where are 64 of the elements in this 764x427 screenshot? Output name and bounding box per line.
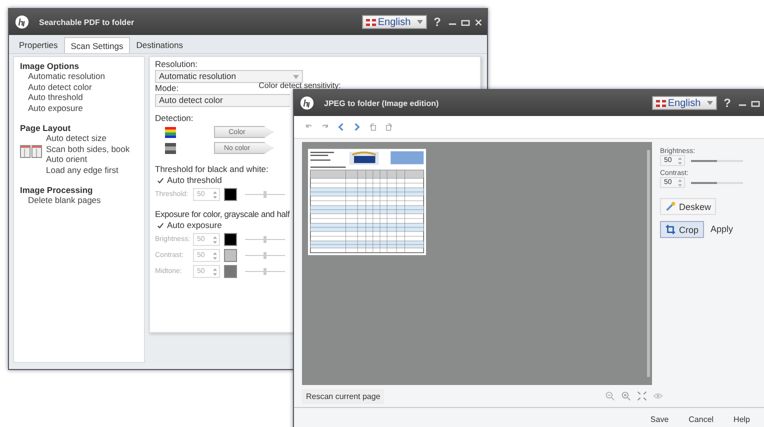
resolution-label: Resolution: (155, 59, 199, 70)
wand-icon (665, 201, 676, 212)
check-icon (157, 176, 164, 184)
sensitivity-label: Color detect sensitivity: (258, 81, 341, 92)
detection-label: Detection: (155, 113, 194, 124)
maximize-icon[interactable] (461, 18, 470, 26)
section-heading: Page Layout (20, 123, 72, 133)
rescan-button[interactable]: Rescan current page (302, 388, 384, 404)
crop-icon (665, 224, 676, 235)
apply-button[interactable]: Apply (706, 221, 738, 237)
crop-button[interactable]: Crop (660, 221, 704, 238)
deskew-button[interactable]: Deskew (660, 198, 716, 215)
zoom-in-icon[interactable] (621, 391, 631, 401)
footer-button[interactable]: Help (726, 412, 758, 426)
mode-label: Mode: (155, 83, 179, 94)
help-button[interactable]: ? (720, 96, 734, 110)
next-icon[interactable] (352, 122, 362, 132)
rotate-left-icon[interactable] (368, 122, 378, 132)
option-item: Delete blank pages (28, 195, 101, 206)
tab[interactable]: Properties (13, 37, 64, 53)
tab[interactable]: Destinations (130, 37, 189, 53)
flag-icon (656, 100, 666, 106)
maximize-icon[interactable] (751, 98, 760, 108)
mode-dropdown[interactable]: Auto detect color (155, 94, 290, 107)
footer-button[interactable]: Cancel (680, 412, 722, 426)
option-item: Auto detect size (46, 133, 108, 144)
logo-icon (15, 15, 29, 29)
tab[interactable]: Scan Settings (64, 37, 130, 53)
window-title: Searchable PDF to folder (39, 18, 134, 26)
option-item: Auto threshold (28, 92, 84, 102)
language-dropdown[interactable]: English (362, 15, 427, 29)
help-button[interactable]: ? (430, 15, 444, 29)
auto-threshold-checkbox[interactable]: Auto threshold (157, 175, 222, 185)
previous-icon[interactable] (336, 122, 346, 132)
multicolor-stripes-icon (165, 126, 176, 138)
logo-icon (300, 96, 314, 110)
section-heading: Image Options (20, 61, 80, 71)
eye-icon[interactable] (653, 391, 663, 401)
check-icon (157, 222, 164, 228)
window-title: JPEG to folder (Image edition) (324, 98, 439, 108)
option-item: Auto detect color (28, 82, 93, 92)
fit-icon[interactable] (637, 391, 647, 401)
threshold-heading: Threshold for black and white: (155, 164, 270, 175)
option-item: Automatic resolution (28, 71, 106, 82)
exposure-heading: Exposure for color, grayscale and half (155, 209, 291, 220)
flag-icon (366, 18, 376, 26)
zoom-out-icon[interactable] (605, 391, 615, 401)
book-icon (20, 145, 42, 158)
auto-exposure-checkbox[interactable]: Auto exposure (157, 220, 222, 230)
close-icon[interactable] (474, 18, 483, 26)
caret-icon (706, 101, 713, 105)
plain-stripes-icon (165, 142, 176, 154)
section-heading: Image Processing (20, 185, 94, 195)
option-item: Load any edge first (46, 164, 120, 175)
option-item: Auto exposure (28, 102, 84, 113)
caret-icon (293, 74, 299, 78)
option-item: Scan both sides, book (46, 144, 130, 154)
rotate-right-icon[interactable] (384, 122, 394, 132)
language-dropdown[interactable]: English (652, 96, 717, 110)
resolution-dropdown[interactable]: Automatic resolution (155, 70, 303, 83)
option-item: Auto orient (46, 154, 88, 164)
caret-icon (416, 20, 423, 24)
footer-button[interactable]: Save (642, 412, 677, 426)
scrollbar[interactable] (647, 150, 650, 377)
